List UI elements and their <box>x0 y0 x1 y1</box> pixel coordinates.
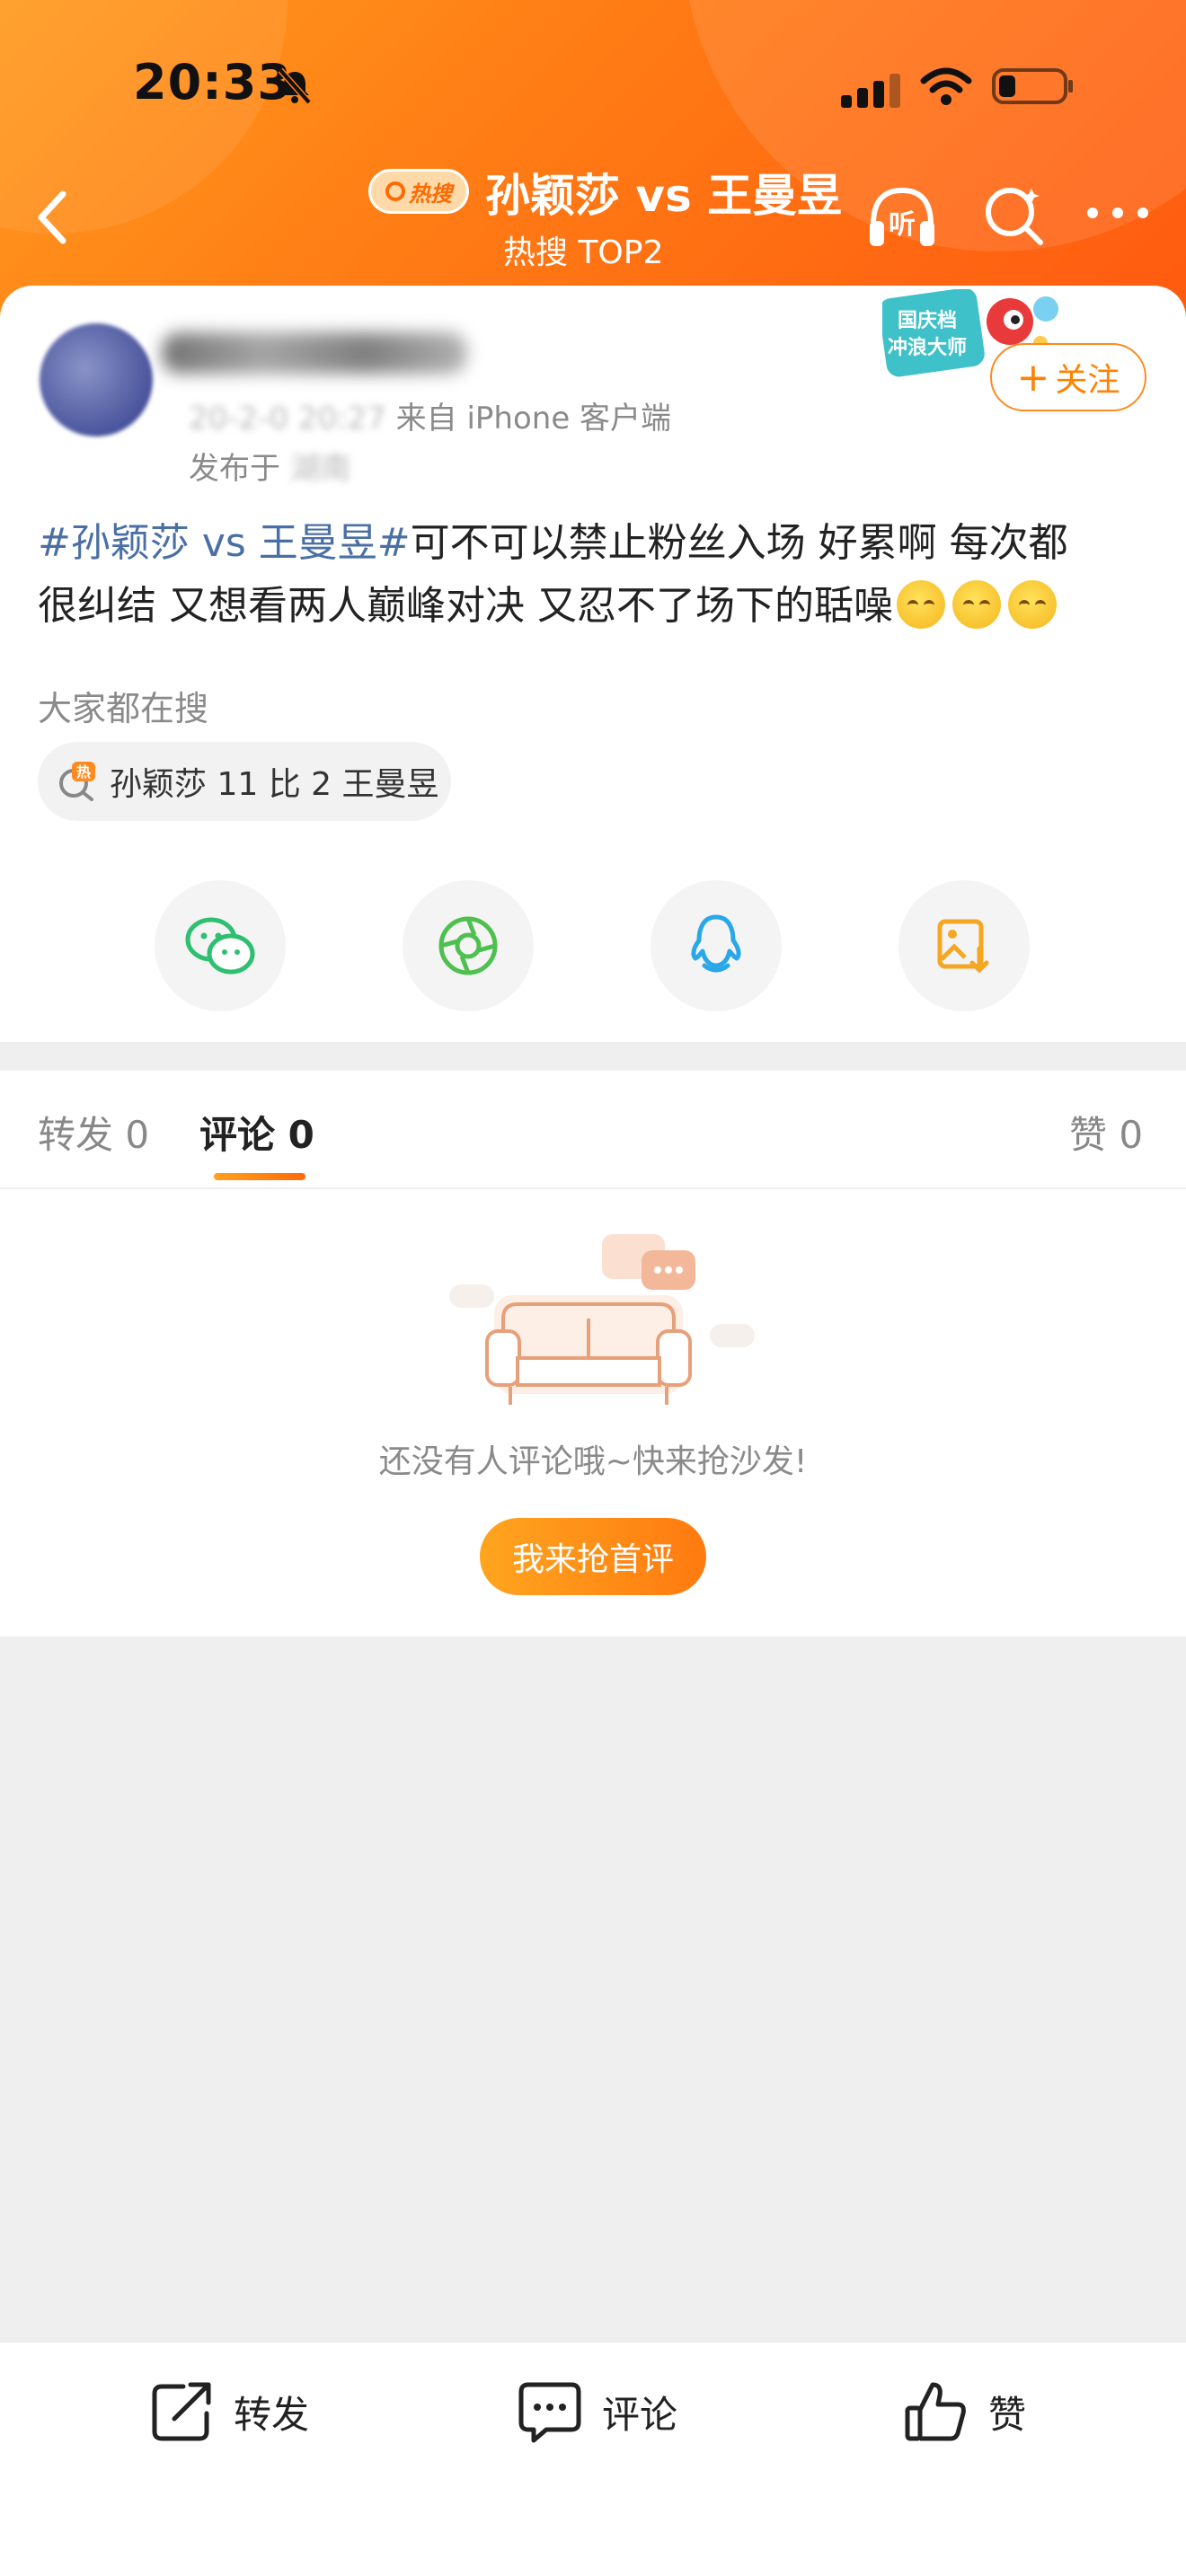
search-icon <box>385 181 405 201</box>
share-qq-button[interactable] <box>651 880 782 1011</box>
tab-divider <box>0 1187 1186 1189</box>
empty-sofa-illustration <box>449 1234 755 1405</box>
repost-button[interactable]: 转发 <box>147 2371 309 2452</box>
search-button[interactable] <box>979 181 1048 250</box>
location-value: 湖南 <box>289 451 351 487</box>
repost-icon <box>152 2382 211 2441</box>
status-time: 20:33 <box>133 54 292 110</box>
comment-label: 评论 <box>602 2392 678 2437</box>
event-badge-line1: 国庆档 <box>898 309 957 332</box>
post-time: 20-2-0 20:27 <box>189 401 386 437</box>
hot-search-badge: 热搜 <box>368 169 469 214</box>
follow-button[interactable]: + 关注 <box>990 343 1146 411</box>
page-title: 孙颖莎 vs 王曼昱 <box>485 170 843 222</box>
hot-badge-label: 热搜 <box>409 181 452 207</box>
event-badge-line2: 冲浪大师 <box>888 336 967 359</box>
like-button[interactable]: 赞 <box>902 2371 1026 2452</box>
tab-comment[interactable]: 评论 0 <box>199 1105 314 1160</box>
post-text-line1: 可不可以禁止粉丝入场 好累啊 每次都 <box>410 520 1068 566</box>
tab-repost[interactable]: 转发 0 <box>38 1105 149 1160</box>
hot-search-icon: 热 <box>59 762 95 801</box>
location-prefix: 发布于 <box>189 451 280 487</box>
related-search-chip[interactable]: 热 孙颖莎 11 比 2 王曼昱 <box>38 742 451 821</box>
share-wechat-button[interactable] <box>155 880 286 1011</box>
post-text-line2: 很纠结 又想看两人巅峰对决 又忍不了场下的聒噪 <box>38 583 893 629</box>
post-source: 来自 iPhone 客户端 <box>395 401 672 437</box>
active-tab-indicator <box>214 1173 305 1180</box>
thumbs-up-icon <box>905 2382 966 2441</box>
related-search-text: 孙颖莎 11 比 2 王曼昱 <box>110 766 439 803</box>
share-moments-button[interactable] <box>403 880 534 1011</box>
bell-off-icon <box>278 67 312 105</box>
wifi-icon <box>920 67 972 105</box>
tired-face-emoji <box>896 580 945 629</box>
comment-icon <box>518 2382 581 2443</box>
first-comment-button[interactable]: 我来抢首评 <box>480 1518 706 1595</box>
empty-comments-text: 还没有人评论哦~快来抢沙发! <box>378 1443 808 1480</box>
post-location: 发布于 湖南 <box>189 444 351 488</box>
comment-button[interactable]: 评论 <box>516 2371 677 2452</box>
page-subtitle: 热搜 TOP2 <box>503 234 664 271</box>
save-image-icon <box>937 919 989 974</box>
post-content: #孙颖莎 vs 王曼昱#可不可以禁止粉丝入场 好累啊 每次都 很纠结 又想看两人… <box>38 512 1152 638</box>
svg-text:听: 听 <box>889 209 916 241</box>
related-search-label: 大家都在搜 <box>38 689 209 728</box>
repost-label: 转发 <box>234 2392 310 2437</box>
battery-icon <box>992 68 1073 104</box>
save-image-button[interactable] <box>898 880 1030 1011</box>
svg-text:热: 热 <box>76 763 91 781</box>
signal-icon <box>841 74 900 108</box>
tired-face-emoji <box>951 580 1001 629</box>
wechat-icon <box>185 917 255 975</box>
more-icon[interactable] <box>1084 199 1152 226</box>
tired-face-emoji <box>1007 580 1057 629</box>
follow-label: 关注 <box>1055 362 1120 399</box>
section-divider <box>0 1042 1186 1071</box>
listen-button[interactable]: 听 <box>864 181 940 253</box>
avatar[interactable] <box>40 323 153 437</box>
post-meta: 20-2-0 20:27 来自 iPhone 客户端 <box>189 393 671 437</box>
like-label: 赞 <box>988 2392 1027 2437</box>
back-button[interactable] <box>27 185 81 250</box>
tab-like[interactable]: 赞 0 <box>1069 1105 1143 1160</box>
topic-link[interactable]: #孙颖莎 vs 王曼昱# <box>38 520 411 566</box>
plus-icon: + <box>1016 354 1050 401</box>
qq-icon <box>691 914 741 973</box>
moments-icon <box>438 916 498 975</box>
username-redacted[interactable] <box>162 332 467 374</box>
